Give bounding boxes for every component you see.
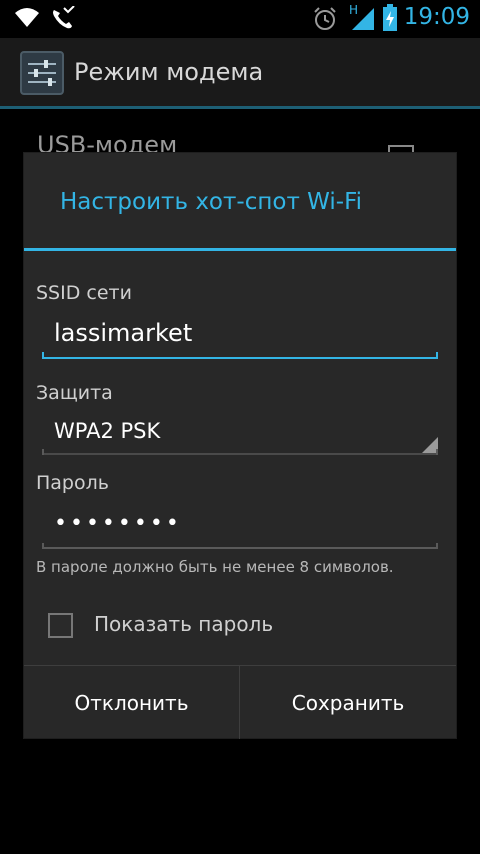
missed-call-icon bbox=[50, 5, 76, 34]
dialog-title: Настроить хот-спот Wi-Fi bbox=[60, 189, 363, 215]
ssid-value: lassimarket bbox=[54, 319, 193, 347]
security-label: Защита bbox=[36, 382, 113, 404]
show-password-row[interactable]: Показать пароль bbox=[48, 611, 438, 641]
ssid-label: SSID сети bbox=[36, 282, 132, 304]
password-value: •••••••• bbox=[54, 511, 182, 536]
security-spinner[interactable]: WPA2 PSK bbox=[42, 409, 438, 455]
wifi-icon bbox=[14, 6, 40, 32]
settings-icon[interactable] bbox=[20, 51, 64, 95]
battery-charging-icon bbox=[382, 4, 398, 36]
show-password-checkbox[interactable] bbox=[48, 613, 73, 638]
security-value: WPA2 PSK bbox=[54, 419, 161, 443]
ssid-input[interactable]: lassimarket bbox=[42, 313, 438, 359]
password-input[interactable]: •••••••• bbox=[42, 503, 438, 549]
status-time: 19:09 bbox=[403, 4, 470, 30]
password-label: Пароль bbox=[36, 472, 109, 494]
signal-icon: H bbox=[348, 2, 376, 36]
page-title: Режим модема bbox=[74, 58, 264, 86]
alarm-icon bbox=[312, 6, 338, 36]
cancel-button[interactable]: Отклонить bbox=[24, 666, 240, 739]
password-underline bbox=[42, 543, 438, 549]
show-password-label: Показать пароль bbox=[94, 612, 274, 636]
ssid-underline bbox=[42, 352, 438, 359]
hotspot-dialog: Настроить хот-спот Wi-Fi SSID сети lassi… bbox=[24, 153, 456, 739]
security-underline bbox=[42, 449, 438, 455]
status-bar: H 19:09 bbox=[0, 0, 480, 38]
dialog-button-bar: Отклонить Сохранить bbox=[24, 665, 456, 739]
save-button[interactable]: Сохранить bbox=[240, 666, 456, 739]
dialog-title-divider bbox=[24, 248, 456, 251]
network-type-label: H bbox=[349, 3, 358, 17]
password-hint: В пароле должно быть не менее 8 символов… bbox=[36, 558, 394, 576]
action-bar: Режим модема bbox=[0, 38, 480, 106]
